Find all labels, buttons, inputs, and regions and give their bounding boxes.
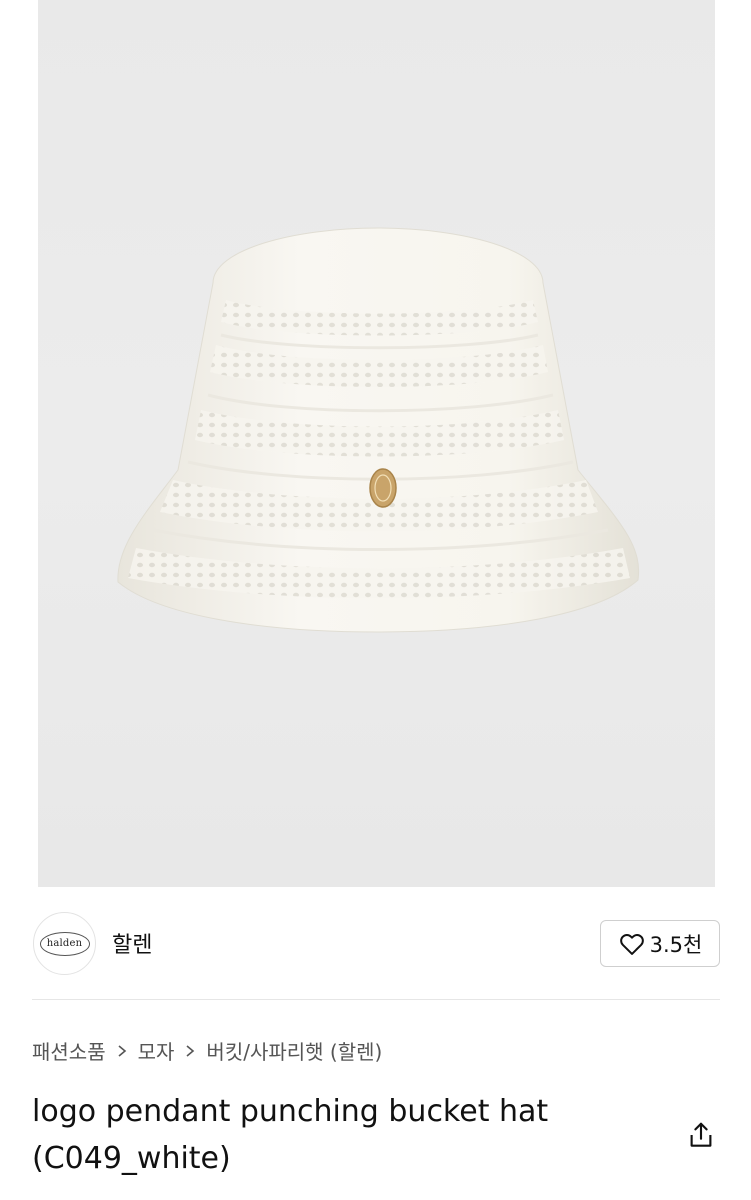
brand-name[interactable]: 할렌 (112, 927, 152, 959)
product-title: logo pendant punching bucket hat (C049_w… (32, 1094, 549, 1176)
brand-row: halden 할렌 3.5천 (0, 887, 751, 1000)
share-button[interactable] (684, 1118, 718, 1152)
breadcrumb: 패션소품 모자 버킷/사파리햇 (할렌) (32, 1036, 382, 1065)
breadcrumb-item-fashion-accessories[interactable]: 패션소품 (32, 1036, 106, 1065)
chevron-right-icon (116, 1044, 128, 1058)
brand-logo-text: halden (46, 938, 83, 949)
share-icon (690, 1122, 712, 1147)
breadcrumb-item-hats[interactable]: 모자 (138, 1036, 175, 1065)
breadcrumb-item-bucket-safari-hat[interactable]: 버킷/사파리햇 (할렌) (206, 1036, 382, 1065)
gold-pendant-logo (369, 468, 397, 508)
bucket-hat-image (117, 227, 640, 633)
like-count: 3.5천 (649, 932, 703, 957)
product-photo[interactable] (38, 0, 715, 887)
chevron-right-icon (184, 1044, 196, 1058)
brand-logo[interactable]: halden (33, 912, 96, 975)
product-image-area (0, 0, 751, 887)
like-button[interactable]: 3.5천 (600, 920, 720, 967)
divider (32, 999, 720, 1000)
brand-logo-badge: halden (39, 931, 90, 956)
heart-outline-icon (619, 933, 644, 955)
